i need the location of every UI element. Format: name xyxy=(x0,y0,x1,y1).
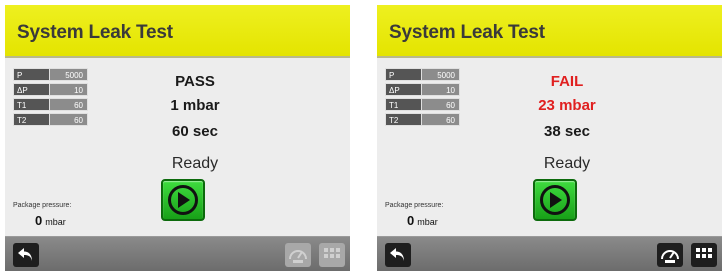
package-pressure-unit: mbar xyxy=(45,217,66,227)
param-row-p: P 5000 xyxy=(13,68,88,81)
param-value: 5000 xyxy=(421,68,460,81)
test-pressure: 23 mbar xyxy=(538,97,596,114)
test-status: PASS xyxy=(175,73,215,90)
param-value: 60 xyxy=(49,113,88,126)
param-value: 60 xyxy=(49,98,88,111)
package-pressure-value: 0 mbar xyxy=(407,213,438,228)
package-pressure-label: Package pressure: xyxy=(385,202,444,209)
param-row-t1: T1 60 xyxy=(13,98,88,111)
footer-bar xyxy=(5,236,350,271)
test-time: 60 sec xyxy=(172,123,218,140)
stage: System Leak Test P 5000 ΔP 10 T1 60 T2 6… xyxy=(0,0,725,271)
back-icon xyxy=(18,248,32,261)
param-label: T2 xyxy=(13,113,49,126)
header: System Leak Test xyxy=(377,5,722,58)
param-row-dp: ΔP 10 xyxy=(385,83,460,96)
param-row-dp: ΔP 10 xyxy=(13,83,88,96)
page-title: System Leak Test xyxy=(389,22,545,43)
gauge-button[interactable] xyxy=(285,243,311,267)
param-value: 5000 xyxy=(49,68,88,81)
param-row-t2: T2 60 xyxy=(385,113,460,126)
back-button[interactable] xyxy=(385,243,411,267)
param-label: P xyxy=(385,68,421,81)
package-pressure-unit: mbar xyxy=(417,217,438,227)
package-pressure-number: 0 xyxy=(407,213,415,228)
start-test-button[interactable] xyxy=(161,179,205,221)
parameter-table: P 5000 ΔP 10 T1 60 T2 60 xyxy=(385,68,460,128)
test-pressure: 1 mbar xyxy=(170,97,220,114)
back-button[interactable] xyxy=(13,243,39,267)
test-time: 38 sec xyxy=(544,123,590,140)
ready-label: Ready xyxy=(543,155,591,172)
leak-test-screen-pass: System Leak Test P 5000 ΔP 10 T1 60 T2 6… xyxy=(5,5,350,271)
package-pressure-value: 0 mbar xyxy=(35,213,66,228)
grid-menu-icon xyxy=(324,248,340,258)
test-status: FAIL xyxy=(550,73,584,90)
param-label: T1 xyxy=(13,98,49,111)
menu-button[interactable] xyxy=(319,243,345,267)
gauge-icon xyxy=(661,250,679,263)
play-icon xyxy=(540,185,570,215)
param-value: 60 xyxy=(421,98,460,111)
play-icon xyxy=(168,185,198,215)
leak-test-screen-fail: System Leak Test P 5000 ΔP 10 T1 60 T2 6… xyxy=(377,5,722,271)
package-pressure-label: Package pressure: xyxy=(13,202,72,209)
menu-button[interactable] xyxy=(691,243,717,267)
param-label: T1 xyxy=(385,98,421,111)
ready-label: Ready xyxy=(171,155,219,172)
param-row-p: P 5000 xyxy=(385,68,460,81)
param-value: 10 xyxy=(421,83,460,96)
footer-bar xyxy=(377,236,722,271)
gauge-button[interactable] xyxy=(657,243,683,267)
param-row-t1: T1 60 xyxy=(385,98,460,111)
page-title: System Leak Test xyxy=(17,22,173,43)
header: System Leak Test xyxy=(5,5,350,58)
param-row-t2: T2 60 xyxy=(13,113,88,126)
param-value: 60 xyxy=(421,113,460,126)
grid-menu-icon xyxy=(696,248,712,258)
package-pressure-number: 0 xyxy=(35,213,43,228)
back-icon xyxy=(390,248,404,261)
param-value: 10 xyxy=(49,83,88,96)
start-test-button[interactable] xyxy=(533,179,577,221)
param-label: ΔP xyxy=(13,83,49,96)
param-label: ΔP xyxy=(385,83,421,96)
param-label: P xyxy=(13,68,49,81)
param-label: T2 xyxy=(385,113,421,126)
parameter-table: P 5000 ΔP 10 T1 60 T2 60 xyxy=(13,68,88,128)
gauge-icon xyxy=(289,250,307,263)
